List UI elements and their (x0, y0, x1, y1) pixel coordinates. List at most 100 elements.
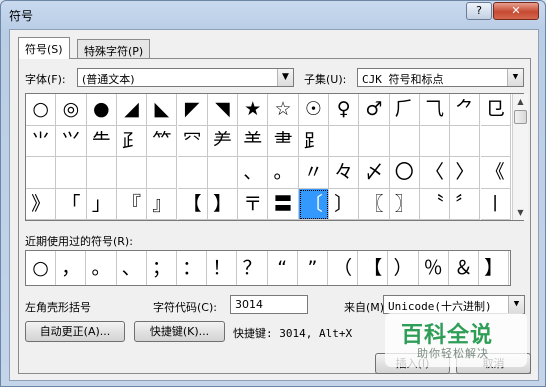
symbol-cell[interactable]: ⺷ (238, 125, 269, 157)
tab-special-characters[interactable]: 特殊字符(P) (77, 39, 151, 59)
symbol-cell[interactable] (450, 125, 481, 157)
subset-select[interactable]: CJK 符号和标点 ▼ (357, 68, 524, 87)
symbol-cell[interactable]: 。 (268, 157, 299, 189)
recent-symbol-cell[interactable]: ， (56, 251, 87, 285)
symbol-cell[interactable]: ⺪ (116, 125, 148, 157)
chevron-down-icon[interactable]: ▼ (277, 69, 293, 86)
symbol-grid[interactable]: ○ ◎ ● ◢ ◣ ◤ ◥ ★ ☆ ☉ ♀ ♂ ⺁⺄⺈⺋⺌⺍⺧⺪⺮⺳⺶⺷⺻⻊、。〃々〆〇〈〉《》「」『』… (25, 93, 528, 221)
symbol-cell[interactable]: 〞 (450, 188, 481, 220)
symbol-cell[interactable] (419, 125, 451, 157)
symbol-cell[interactable] (147, 157, 178, 189)
symbol-cell[interactable]: 【 (177, 188, 208, 220)
symbol-cell[interactable]: ◎ (56, 94, 87, 126)
symbol-cell[interactable]: ◣ (147, 94, 178, 126)
symbol-cell[interactable]: 〝 (419, 188, 451, 220)
autocorrect-button[interactable]: 自动更正(A)... (25, 321, 125, 342)
symbol-cell[interactable]: ⺍ (56, 125, 87, 157)
symbol-cell[interactable]: ♂ (359, 94, 390, 126)
recent-symbol-cell[interactable]: ＆ (449, 251, 479, 285)
symbol-cell[interactable]: 《 (480, 157, 511, 189)
symbol-cell[interactable]: 〓 (268, 188, 299, 220)
close-button[interactable]: ✕ (493, 2, 539, 20)
recent-symbol-cell[interactable]: “ (268, 251, 298, 285)
symbol-cell[interactable]: ⺮ (147, 125, 178, 157)
symbol-cell[interactable]: ⺻ (268, 125, 299, 157)
symbol-cell[interactable]: ♀ (329, 94, 360, 126)
symbol-cell[interactable]: ◤ (177, 94, 208, 126)
symbol-cell[interactable]: 〆 (359, 157, 390, 189)
help-button[interactable]: ? (466, 2, 492, 20)
chevron-down-icon[interactable]: ▼ (508, 296, 524, 313)
symbol-cell[interactable]: 〉 (450, 157, 481, 189)
symbol-cell[interactable]: ● (86, 94, 117, 126)
symbol-cell[interactable]: ⺧ (86, 125, 117, 157)
symbol-cell[interactable] (26, 157, 57, 189)
title-bar[interactable]: 符号 ? ✕ (1, 1, 545, 29)
recent-symbol-cell[interactable]: ” (298, 251, 328, 285)
symbol-cell[interactable]: 〔 (298, 188, 329, 220)
symbol-cell[interactable]: ⺌ (26, 125, 57, 157)
symbol-cell[interactable] (359, 125, 390, 157)
symbol-cell[interactable]: 〖 (359, 188, 390, 220)
symbol-cell[interactable] (207, 157, 239, 189)
symbol-cell[interactable] (480, 125, 511, 157)
symbol-cell[interactable] (177, 157, 208, 189)
recent-symbol-cell[interactable]: ； (147, 251, 177, 285)
symbol-cell[interactable] (329, 125, 360, 157)
symbol-cell[interactable]: 〡 (480, 188, 511, 220)
recent-symbol-cell[interactable]: ： (177, 251, 208, 285)
symbol-cell[interactable]: 「 (56, 188, 87, 220)
symbol-cell[interactable]: ⺶ (207, 125, 239, 157)
symbol-cell[interactable]: 】 (207, 188, 239, 220)
chevron-down-icon[interactable]: ▼ (507, 69, 523, 86)
recent-symbol-cell[interactable]: 。 (86, 251, 117, 285)
char-code-input[interactable]: 3014 (230, 295, 308, 314)
symbol-cell[interactable]: 〃 (298, 157, 329, 189)
recent-symbol-cell[interactable]: ○ (26, 251, 57, 285)
symbol-cell[interactable] (389, 125, 420, 157)
tab-symbols[interactable]: 符号(S) (18, 37, 70, 59)
recent-symbol-cell[interactable]: ！ (207, 251, 238, 285)
symbol-cell[interactable]: 〇 (389, 157, 420, 189)
symbol-cell[interactable]: ⺁ (389, 94, 420, 126)
symbol-cell[interactable] (56, 157, 87, 189)
recent-symbol-cell[interactable]: 】 (479, 251, 510, 285)
scroll-up-icon[interactable]: ▲ (513, 94, 528, 109)
from-select[interactable]: Unicode(十六进制) ▼ (383, 295, 525, 314)
symbol-cell[interactable]: ◥ (207, 94, 239, 126)
symbol-cell[interactable]: 〗 (389, 188, 420, 220)
symbol-cell[interactable]: ⺈ (450, 94, 481, 126)
recent-symbol-cell[interactable]: ％ (419, 251, 449, 285)
recent-symbol-cell[interactable]: （ (328, 251, 359, 285)
symbol-cell[interactable]: 〈 (419, 157, 451, 189)
symbol-cell[interactable]: ☉ (298, 94, 329, 126)
symbol-cell[interactable]: ★ (238, 94, 269, 126)
symbol-cell[interactable]: 》 (26, 188, 57, 220)
font-select[interactable]: (普通文本) ▼ (77, 68, 294, 87)
symbol-cell[interactable]: 、 (238, 157, 269, 189)
symbol-cell[interactable] (116, 157, 148, 189)
symbol-cell[interactable]: 』 (147, 188, 178, 220)
symbol-cell[interactable]: ◢ (116, 94, 148, 126)
symbol-cell[interactable]: ○ (26, 94, 57, 126)
symbol-cell[interactable]: ⻊ (298, 125, 329, 157)
recent-symbols-list[interactable]: ○，。、；：！？ “” （【）％＆】 (25, 250, 511, 286)
symbol-cell[interactable]: ⺋ (480, 94, 511, 126)
symbol-cell[interactable]: 〒 (238, 188, 269, 220)
symbol-cell[interactable]: 々 (329, 157, 360, 189)
symbol-cell[interactable] (86, 157, 117, 189)
symbol-cell[interactable]: 」 (86, 188, 117, 220)
scroll-thumb[interactable] (514, 110, 527, 124)
recent-symbol-cell[interactable]: ） (388, 251, 419, 285)
symbol-cell[interactable]: ☆ (268, 94, 299, 126)
recent-symbol-cell[interactable]: 【 (358, 251, 389, 285)
symbol-cell[interactable]: 〕 (329, 188, 360, 220)
symbol-cell[interactable]: ⺳ (177, 125, 208, 157)
symbol-grid-scrollbar[interactable]: ▲ ▼ (512, 94, 528, 220)
recent-symbol-cell[interactable]: ？ (237, 251, 268, 285)
symbol-cell[interactable]: ⺄ (419, 94, 451, 126)
recent-symbol-cell[interactable]: 、 (117, 251, 147, 285)
scroll-down-icon[interactable]: ▼ (513, 205, 528, 220)
symbol-cell[interactable]: 『 (116, 188, 148, 220)
shortcut-key-button[interactable]: 快捷键(K)... (134, 321, 225, 342)
